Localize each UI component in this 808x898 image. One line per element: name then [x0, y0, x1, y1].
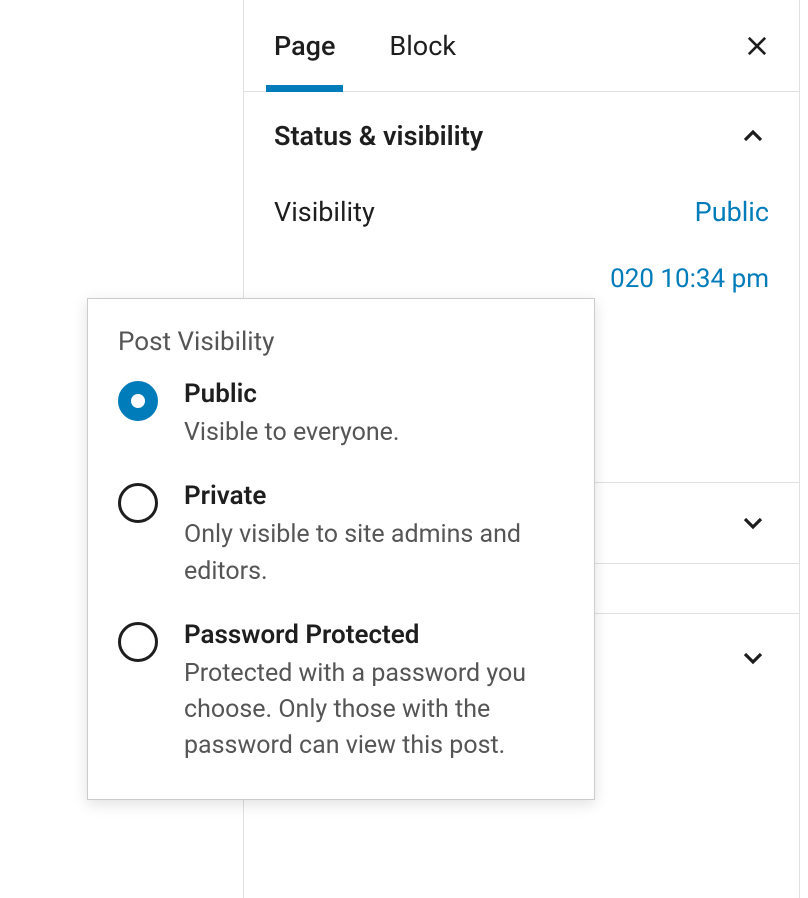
post-visibility-title: Post Visibility — [118, 327, 564, 357]
radio-label: Password Protected — [184, 620, 564, 650]
visibility-option-public[interactable]: Public Visible to everyone. — [118, 379, 564, 451]
visibility-label: Visibility — [274, 196, 375, 228]
chevron-down-icon — [737, 507, 769, 539]
radio-icon — [118, 622, 158, 662]
status-visibility-title: Status & visibility — [274, 120, 483, 152]
radio-desc: Protected with a password you choose. On… — [184, 656, 564, 765]
settings-tabs: Page Block — [244, 0, 799, 92]
close-icon — [743, 32, 771, 60]
tab-block[interactable]: Block — [389, 0, 456, 91]
visibility-row: Visibility Public — [274, 178, 769, 246]
radio-desc: Visible to everyone. — [184, 415, 564, 451]
chevron-up-icon — [737, 120, 769, 152]
publish-value[interactable]: 020 10:34 pm — [610, 264, 769, 294]
radio-content: Password Protected Protected with a pass… — [184, 620, 564, 765]
radio-content: Private Only visible to site admins and … — [184, 481, 564, 590]
visibility-value[interactable]: Public — [695, 196, 769, 228]
radio-content: Public Visible to everyone. — [184, 379, 564, 451]
tab-page[interactable]: Page — [274, 0, 335, 91]
radio-icon — [118, 381, 158, 421]
visibility-option-password[interactable]: Password Protected Protected with a pass… — [118, 620, 564, 765]
chevron-down-icon — [737, 642, 769, 674]
radio-desc: Only visible to site admins and editors. — [184, 517, 564, 590]
post-visibility-popover: Post Visibility Public Visible to everyo… — [87, 298, 595, 800]
status-visibility-panel-header[interactable]: Status & visibility — [244, 92, 799, 178]
visibility-option-private[interactable]: Private Only visible to site admins and … — [118, 481, 564, 590]
radio-label: Public — [184, 379, 564, 409]
radio-icon — [118, 483, 158, 523]
close-settings-button[interactable] — [739, 28, 775, 64]
radio-label: Private — [184, 481, 564, 511]
